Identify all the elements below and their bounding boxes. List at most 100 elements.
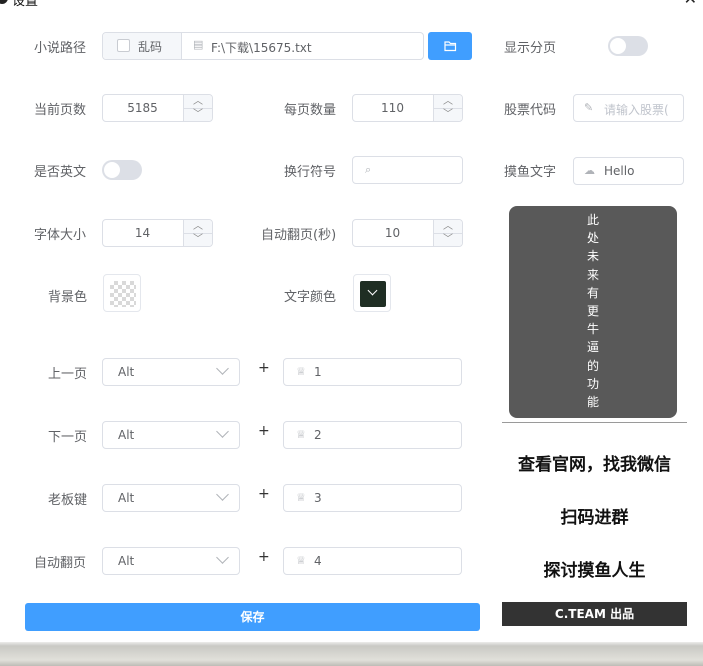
hotkey-label: 下一页 (48, 430, 88, 445)
auto-flip-label: 自动翻页(秒) (261, 228, 337, 243)
stock-code-label: 股票代码 (504, 103, 557, 118)
decrease-icon[interactable]: ﹀ (184, 233, 212, 246)
text-color-picker[interactable] (353, 274, 391, 312)
show-paging-toggle[interactable] (608, 36, 648, 56)
decrease-icon[interactable]: ﹀ (434, 233, 462, 246)
page-count-value: 110 (381, 101, 404, 115)
plus-sign: + (258, 360, 270, 376)
chevron-down-icon (216, 551, 229, 564)
stock-code-input[interactable]: ✎ 请输入股票( (573, 94, 684, 122)
key-icon: ♕ (296, 428, 306, 441)
increase-icon[interactable]: ︿ (184, 220, 212, 234)
feature-char: 牛 (586, 322, 599, 337)
fish-text-input[interactable]: ☁ Hello (573, 157, 684, 185)
promo-line-3: 探讨摸鱼人生 (543, 561, 646, 581)
newline-symbol-label: 换行符号 (284, 165, 337, 180)
plus-sign: + (258, 486, 270, 502)
hotkey-key-input[interactable]: ♕ 4 (283, 547, 462, 575)
fish-text-label: 摸鱼文字 (504, 165, 557, 180)
feature-char: 逼 (586, 340, 599, 355)
hotkey-label: 老板键 (48, 493, 88, 508)
feature-placeholder-panel: 此处未来有更牛逼的功能 (509, 206, 677, 418)
chevron-down-icon (367, 285, 378, 296)
hotkey-key-input[interactable]: ♕ 2 (283, 421, 462, 449)
novel-path-label: 小说路径 (34, 41, 87, 56)
stock-code-placeholder: 请输入股票( (604, 103, 669, 117)
folder-open-icon (444, 41, 457, 52)
auto-flip-value: 10 (384, 226, 401, 240)
fish-text-value: Hello (604, 164, 635, 178)
divider (502, 422, 687, 423)
hotkey-key-input[interactable]: ♕ 1 (283, 358, 462, 386)
key-icon: ♕ (296, 365, 306, 378)
hotkey-modifier-select[interactable]: Alt (102, 358, 240, 386)
modifier-value: Alt (118, 491, 135, 505)
feature-panel-text: 此处未来有更牛逼的功能 (509, 211, 677, 411)
background-color-picker[interactable] (103, 274, 141, 312)
key-value: 1 (314, 365, 322, 379)
hotkey-modifier-select[interactable]: Alt (102, 547, 240, 575)
auto-flip-input[interactable]: 10 ︿ ﹀ (352, 219, 463, 247)
hotkey-label: 自动翻页 (34, 556, 87, 571)
save-button[interactable]: 保存 (25, 603, 480, 631)
chevron-down-icon (216, 425, 229, 438)
footer-credit: C.TEAM 出品 (502, 602, 687, 626)
feature-char: 能 (586, 395, 599, 410)
current-page-input[interactable]: 5185 ︿ ﹀ (102, 94, 213, 122)
font-size-label: 字体大小 (34, 228, 87, 243)
window-title: 设置 (12, 0, 39, 9)
settings-window: 设置 ✕ 小说路径 乱码 ▤ F:\下载\15675.txt 显示分页 当前页数… (0, 0, 703, 642)
decrease-icon[interactable]: ﹀ (434, 108, 462, 121)
feature-char: 未 (586, 249, 599, 264)
key-icon: ♕ (296, 554, 306, 567)
increase-icon[interactable]: ︿ (184, 95, 212, 109)
app-icon (0, 0, 8, 4)
key-value: 3 (314, 491, 322, 505)
hotkey-modifier-select[interactable]: Alt (102, 484, 240, 512)
text-color-swatch (360, 281, 386, 307)
garbled-checkbox[interactable] (117, 39, 130, 52)
novel-path-input[interactable]: F:\下载\15675.txt (211, 39, 312, 56)
hotkey-key-input[interactable]: ♕ 3 (283, 484, 462, 512)
hotkey-modifier-select[interactable]: Alt (102, 421, 240, 449)
feature-char: 功 (586, 376, 599, 391)
increase-icon[interactable]: ︿ (434, 220, 462, 234)
garbled-checkbox-wrap[interactable]: 乱码 (103, 33, 182, 59)
hotkey-label: 上一页 (48, 367, 88, 382)
chevron-down-icon (216, 488, 229, 501)
newline-symbol-input[interactable]: ⌕ (352, 156, 463, 184)
transparent-swatch (110, 281, 136, 307)
feature-char: 的 (586, 358, 599, 373)
browse-folder-button[interactable] (428, 32, 472, 60)
key-icon: ♕ (296, 491, 306, 504)
title-bar: 设置 ✕ (0, 0, 703, 10)
show-paging-label: 显示分页 (504, 41, 557, 56)
promo-line-1: 查看官网，找我微信 (518, 455, 671, 475)
text-color-label: 文字颜色 (284, 290, 337, 305)
key-value: 2 (314, 428, 322, 442)
close-icon[interactable]: ✕ (684, 0, 697, 8)
plus-sign: + (258, 423, 270, 439)
current-page-label: 当前页数 (34, 103, 87, 118)
font-size-input[interactable]: 14 ︿ ﹀ (102, 219, 213, 247)
page-count-input[interactable]: 110 ︿ ﹀ (352, 94, 463, 122)
modifier-value: Alt (118, 554, 135, 568)
decrease-icon[interactable]: ﹀ (184, 108, 212, 121)
feature-char: 处 (586, 231, 599, 246)
feature-char: 此 (586, 213, 599, 227)
increase-icon[interactable]: ︿ (434, 95, 462, 109)
english-toggle[interactable] (102, 160, 142, 180)
current-page-value: 5185 (127, 101, 158, 115)
background-color-label: 背景色 (48, 290, 88, 305)
modifier-value: Alt (118, 428, 135, 442)
fish-icon: ☁ (584, 164, 595, 177)
paperclip-icon: ⌕ (365, 163, 372, 176)
page-count-label: 每页数量 (284, 103, 337, 118)
promo-line-2: 扫码进群 (560, 508, 629, 528)
english-label: 是否英文 (34, 165, 87, 180)
font-size-value: 14 (134, 226, 151, 240)
chevron-down-icon (216, 362, 229, 375)
novel-path-group: 乱码 ▤ F:\下载\15675.txt (102, 32, 424, 60)
feature-char: 来 (586, 267, 599, 282)
feature-char: 更 (586, 304, 599, 319)
